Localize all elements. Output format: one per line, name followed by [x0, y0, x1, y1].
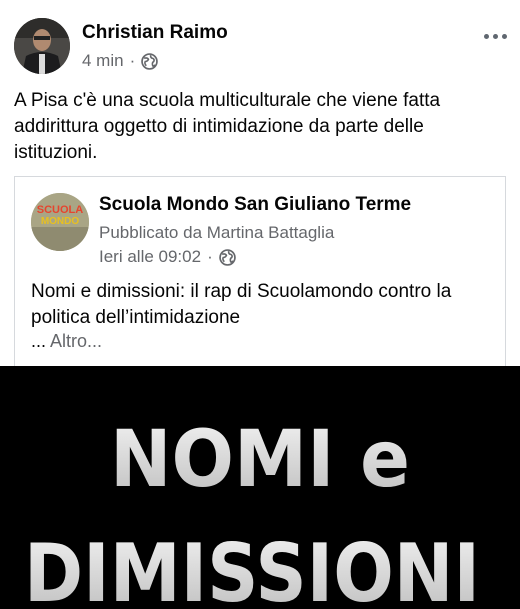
more-ellipsis: ...: [31, 331, 47, 351]
more-options-icon[interactable]: [478, 28, 512, 44]
post-text: A Pisa c'è una scuola multiculturale che…: [14, 90, 441, 163]
published-by: Pubblicato da Martina Battaglia: [99, 223, 335, 242]
page-name[interactable]: Scuola Mondo San Giuliano Terme: [99, 194, 411, 216]
shared-post-text: Nomi e dimissioni: il rap di Scuolamondo…: [31, 281, 452, 328]
post-header: Christian Raimo 4 min ·: [0, 0, 520, 80]
video-thumbnail[interactable]: NOMI e DIMISSIONI: [0, 366, 520, 609]
author-avatar[interactable]: [14, 18, 70, 74]
more-label[interactable]: Altro...: [50, 331, 102, 351]
shared-post-time[interactable]: Ieri alle 09:02: [99, 247, 201, 267]
page-logo-line2: MONDO: [41, 216, 80, 227]
page-logo-line1: SCUOLA: [37, 204, 84, 216]
author-name[interactable]: Christian Raimo: [82, 22, 228, 44]
page-avatar[interactable]: SCUOLA MONDO: [31, 193, 89, 251]
shared-meta-separator: ·: [207, 247, 213, 266]
see-more-link[interactable]: ... Altro...: [31, 331, 102, 352]
shared-post-card[interactable]: SCUOLA MONDO Scuola Mondo San Giuliano T…: [14, 176, 506, 376]
post-time[interactable]: 4 min: [82, 51, 124, 71]
meta-separator: ·: [129, 51, 136, 70]
video-title-line1: NOMI e: [110, 415, 410, 505]
shared-post-meta: Ieri alle 09:02 ·: [99, 247, 236, 267]
post-meta: 4 min ·: [82, 51, 159, 71]
video-title-line2: DIMISSIONI: [24, 527, 480, 609]
globe-icon: [218, 248, 236, 266]
globe-icon: [141, 52, 159, 70]
